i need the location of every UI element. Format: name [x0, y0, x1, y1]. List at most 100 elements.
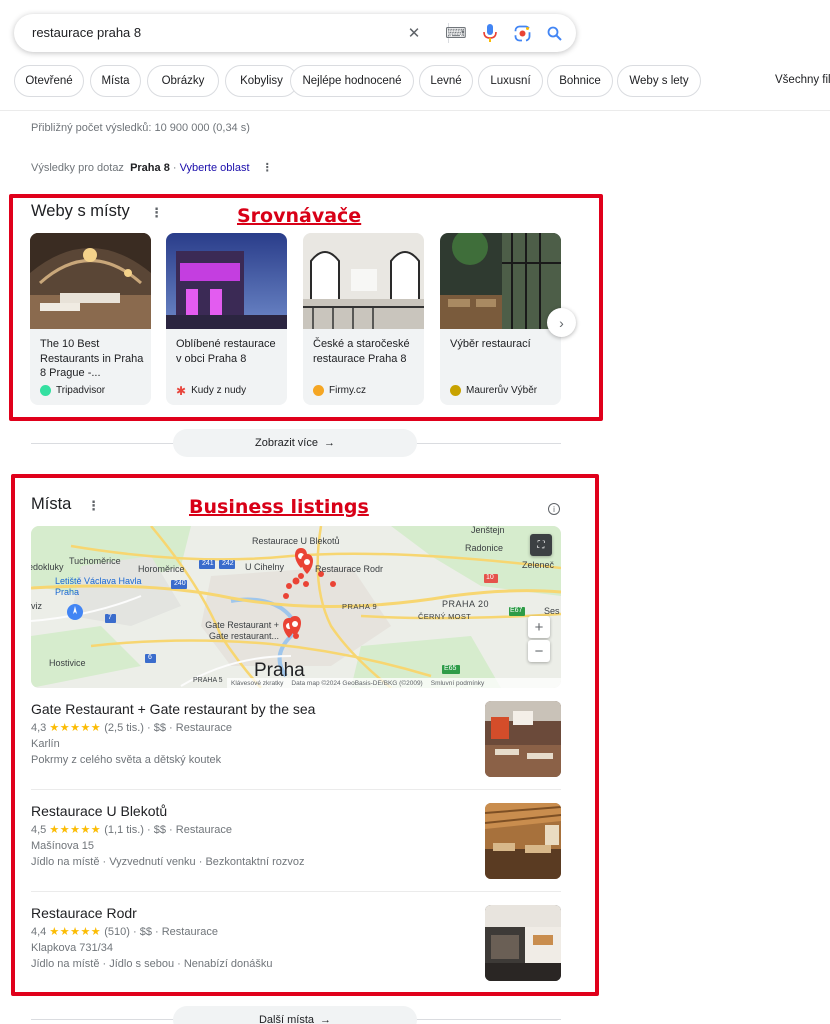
- place-rating: 4,4: [31, 926, 47, 938]
- map-label-zelenec: Zeleneč: [522, 560, 555, 570]
- show-more-sites-button[interactable]: Zobrazit více →: [173, 429, 417, 457]
- chip-otevrene[interactable]: Otevřené: [14, 65, 84, 97]
- listing-separator: [31, 789, 561, 790]
- annotation-srovnavace: Srovnávače: [237, 205, 362, 227]
- chip-bohnice[interactable]: Bohnice: [547, 65, 613, 97]
- place-photo[interactable]: [485, 905, 561, 981]
- arrow-right-icon: →: [320, 1014, 331, 1024]
- card-title: Oblíbené restaurace v obci Praha 8: [176, 338, 276, 365]
- fullscreen-icon[interactable]: ⛶: [530, 534, 552, 556]
- place-name[interactable]: Gate Restaurant + Gate restaurant by the…: [31, 701, 561, 717]
- card-image: [30, 233, 151, 329]
- place-category: Restaurace: [175, 722, 233, 734]
- place-listing[interactable]: Restaurace U Blekotů 4,5 ★★★★★ (1,1 tis.…: [31, 803, 561, 879]
- map-road-10: 10: [486, 574, 494, 581]
- sites-more-icon[interactable]: ⋮: [150, 205, 163, 221]
- card-source-label: Tripadvisor: [56, 385, 106, 396]
- place-listing[interactable]: Restaurace Rodr 4,4 ★★★★★ (510) · $$ · R…: [31, 905, 561, 981]
- map-label-viz: viz: [31, 601, 42, 611]
- listing-separator: [31, 891, 561, 892]
- arrow-right-icon: →: [323, 437, 335, 449]
- map-road-e67: E67: [510, 607, 523, 614]
- place-rating-line: 4,3 ★★★★★ (2,5 tis.) · $$ · Restaurace: [31, 722, 233, 734]
- info-icon[interactable]: i: [548, 503, 560, 515]
- chip-luxusni[interactable]: Luxusní: [478, 65, 543, 97]
- map-label-tuchomerice: Tuchoměrice: [69, 556, 121, 566]
- map-label-dokluky: edokluky: [31, 562, 64, 572]
- map-road-241: 241: [202, 560, 214, 567]
- places-more-icon[interactable]: ⋮: [87, 498, 100, 514]
- map-road-240: 240: [174, 580, 186, 587]
- microphone-icon[interactable]: [480, 23, 500, 43]
- maureruv-vyber-icon: [450, 385, 461, 396]
- map-footer: Klávesové zkratky Data map ©2024 GeoBasi…: [227, 678, 561, 688]
- search-input[interactable]: restaurace praha 8: [32, 25, 141, 40]
- places-section-title: Místa: [31, 495, 72, 513]
- map-road-e65: E65: [444, 665, 457, 672]
- more-places-button[interactable]: Další místa →: [173, 1006, 417, 1024]
- result-stats: Přibližný počet výsledků: 10 900 000 (0,…: [31, 122, 250, 134]
- chip-levne[interactable]: Levné: [419, 65, 473, 97]
- map-label-ses: Ses: [544, 606, 560, 616]
- card-source: ✱ Kudy z nudy: [176, 383, 246, 398]
- chip-mista[interactable]: Místa: [90, 65, 141, 97]
- card-source: Tripadvisor: [40, 385, 105, 396]
- results-for-sep: ·: [172, 162, 177, 174]
- place-listing[interactable]: Gate Restaurant + Gate restaurant by the…: [31, 701, 561, 777]
- place-price: $$: [153, 722, 166, 734]
- map-data-credit: Data map ©2024 GeoBasis-DE/BKG (©2009): [291, 679, 423, 687]
- results-for-place: Praha 8: [130, 162, 170, 174]
- map-label-radonice: Radonice: [465, 543, 504, 553]
- place-rating-line: 4,5 ★★★★★ (1,1 tis.) · $$ · Restaurace: [31, 824, 233, 836]
- search-icon[interactable]: [544, 23, 564, 43]
- annotation-business-listings: Business listings: [189, 496, 369, 518]
- more-places-label: Další místa: [258, 1014, 314, 1024]
- site-card-tripadvisor[interactable]: The 10 Best Restaurants in Praha 8 Pragu…: [30, 233, 151, 405]
- map-road-6: 6: [148, 654, 152, 661]
- more-options-icon[interactable]: ⋮: [262, 162, 273, 174]
- map-label-horomerice: Horoměrice: [138, 564, 185, 574]
- place-price: $$: [139, 926, 152, 938]
- place-category: Restaurace: [175, 824, 233, 836]
- lens-icon[interactable]: [512, 23, 532, 43]
- map-label-rodr: Restaurace Rodr: [315, 564, 384, 574]
- chip-all-filters[interactable]: Všechny fil: [775, 74, 830, 86]
- map-label-jenstejn: Jenštejn: [471, 526, 505, 535]
- zoom-in-button[interactable]: +: [528, 616, 550, 638]
- site-card-firmy[interactable]: České a staročeské restaurace Praha 8 Fi…: [303, 233, 424, 405]
- map-label-u-blekotu: Restaurace U Blekotů: [252, 536, 340, 546]
- chip-kobylisy[interactable]: Kobylisy: [225, 65, 298, 97]
- site-card-maureruv-vyber[interactable]: Výběr restaurací Maurerův Výběr: [440, 233, 561, 405]
- zoom-out-button[interactable]: −: [528, 640, 550, 662]
- map-label-hostivice: Hostivice: [49, 658, 86, 668]
- places-map[interactable]: Restaurace U Blekotů Tuchoměrice Horoměr…: [31, 526, 561, 688]
- sites-section-title: Weby s místy: [31, 202, 130, 220]
- choose-area-link[interactable]: Vyberte oblast: [180, 162, 250, 174]
- terms-link[interactable]: Smluvní podmínky: [431, 680, 484, 687]
- keyboard-shortcuts-link[interactable]: Klávesové zkratky: [231, 680, 283, 687]
- chip-obrazky[interactable]: Obrázky: [147, 65, 219, 97]
- kudy-z-nudy-icon: ✱: [176, 383, 187, 398]
- place-name[interactable]: Restaurace U Blekotů: [31, 803, 561, 819]
- carousel-next-button[interactable]: ›: [547, 308, 576, 337]
- tripadvisor-icon: [40, 385, 51, 396]
- clear-icon[interactable]: ✕: [404, 23, 424, 43]
- search-bar[interactable]: restaurace praha 8 ✕ ⌨: [14, 14, 576, 52]
- place-price: $$: [153, 824, 166, 836]
- place-reviews: (1,1 tis.): [104, 824, 144, 836]
- keyboard-icon[interactable]: ⌨: [445, 23, 467, 43]
- chip-nejlepe-hodnocene[interactable]: Nejlépe hodnocené: [290, 65, 414, 97]
- map-road-242: 242: [222, 560, 234, 567]
- place-photo[interactable]: [485, 701, 561, 777]
- chip-weby-s-lety[interactable]: Weby s lety: [617, 65, 701, 97]
- place-rating: 4,3: [31, 722, 47, 734]
- firmy-icon: [313, 385, 324, 396]
- site-card-kudy-z-nudy[interactable]: Oblíbené restaurace v obci Praha 8 ✱ Kud…: [166, 233, 287, 405]
- card-source-label: Firmy.cz: [329, 385, 367, 396]
- place-name[interactable]: Restaurace Rodr: [31, 905, 561, 921]
- place-photo[interactable]: [485, 803, 561, 879]
- map-label-praha20: PRAHA 20: [442, 599, 490, 609]
- card-source: Maurerův Výběr: [450, 385, 537, 396]
- place-details: Pokrmy z celého světa a dětský koutek: [31, 754, 222, 766]
- header-divider: [0, 110, 830, 111]
